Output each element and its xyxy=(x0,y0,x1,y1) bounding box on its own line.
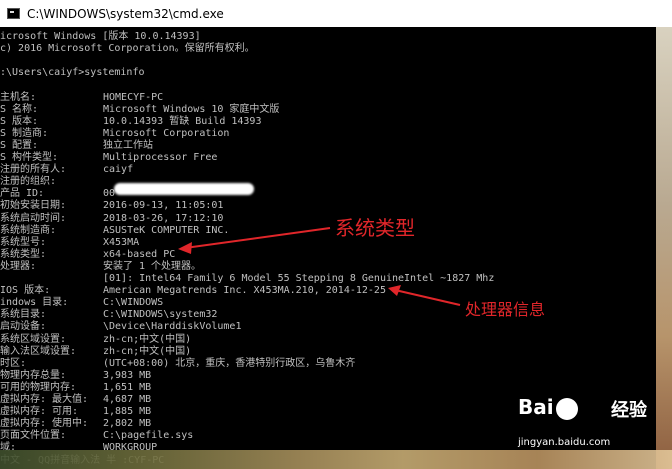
systeminfo-value: 10.0.14393 暂缺 Build 14393 xyxy=(103,115,262,127)
systeminfo-label: 处理器: xyxy=(0,260,37,272)
systeminfo-value: Multiprocessor Free xyxy=(103,152,218,163)
window-titlebar[interactable]: C:\WINDOWS\system32\cmd.exe xyxy=(0,0,672,27)
systeminfo-value: ASUSTeK COMPUTER INC. xyxy=(103,224,230,236)
console-text: :\Users\caiyf>systeminfo xyxy=(0,67,145,79)
systeminfo-value: x64-based PC xyxy=(103,248,176,260)
systeminfo-value: 安装了 1 个处理器。 xyxy=(103,260,202,272)
systeminfo-value: caiyf xyxy=(103,164,134,176)
systeminfo-label: 主机名: xyxy=(0,91,37,103)
baidu-jingyan-label: 经验 xyxy=(611,400,647,421)
systeminfo-label: indows 目录: xyxy=(0,297,69,309)
systeminfo-label: 启动设备: xyxy=(0,321,47,333)
systeminfo-label: 系统制造商: xyxy=(0,224,57,236)
systeminfo-value: 2018-03-26, 17:12:10 xyxy=(103,212,224,224)
systeminfo-label: 虚拟内存: 最大值: xyxy=(0,394,89,405)
console-text: icrosoft Windows [版本 10.0.14393] xyxy=(0,31,201,42)
systeminfo-value: Microsoft Windows 10 家庭中文版 xyxy=(103,103,280,115)
systeminfo-value: 4,687 MB xyxy=(103,394,152,405)
systeminfo-value: 2,802 MB xyxy=(103,418,152,430)
window-title: C:\WINDOWS\system32\cmd.exe xyxy=(27,6,224,21)
systeminfo-label: 系统类型: xyxy=(0,248,47,260)
systeminfo-value: \Device\HarddiskVolume1 xyxy=(103,321,242,333)
systeminfo-label: 系统型号: xyxy=(0,236,47,248)
baidu-url: jingyan.baidu.com xyxy=(518,437,611,448)
systeminfo-label: 可用的物理内存: xyxy=(0,381,77,393)
systeminfo-label: 虚拟内存: 使用中: xyxy=(0,418,89,430)
systeminfo-label: 页面文件位置: xyxy=(0,430,67,442)
baidu-logo: Bai xyxy=(518,395,580,420)
systeminfo-label: 注册的所有人: xyxy=(0,164,67,176)
systeminfo-value: C:\WINDOWS xyxy=(103,297,164,309)
systeminfo-label: 系统区域设置: xyxy=(0,333,67,345)
systeminfo-value: 独立工作站 xyxy=(103,139,153,151)
systeminfo-value: 2016-09-13, 11:05:01 xyxy=(103,200,224,212)
systeminfo-label: 虚拟内存: 可用: xyxy=(0,406,79,418)
systeminfo-label: IOS 版本: xyxy=(0,285,51,297)
systeminfo-value: (UTC+08:00) 北京，重庆，香港特别行政区，乌鲁木齐 xyxy=(103,357,356,369)
redaction-mark xyxy=(114,183,254,195)
systeminfo-label: 注册的组织: xyxy=(0,176,57,188)
systeminfo-value: zh-cn;中文(中国) xyxy=(103,333,192,345)
systeminfo-value: HOMECYF-PC xyxy=(103,91,164,103)
baidu-watermark: Bai 经验 jingyan.baidu.com xyxy=(518,395,668,457)
systeminfo-label: 初始安装日期: xyxy=(0,200,67,212)
systeminfo-value: American Megatrends Inc. X453MA.210, 201… xyxy=(103,285,386,297)
systeminfo-label: 输入法区域设置: xyxy=(0,345,77,357)
systeminfo-value: Microsoft Corporation xyxy=(103,127,230,139)
systeminfo-value: 1,885 MB xyxy=(103,406,152,418)
console-text: c) 2016 Microsoft Corporation。保留所有权利。 xyxy=(0,43,255,55)
systeminfo-value: 1,651 MB xyxy=(103,381,152,393)
paw-icon xyxy=(555,397,578,420)
systeminfo-value: C:\pagefile.sys xyxy=(103,430,194,442)
systeminfo-label: S 构件类型: xyxy=(0,152,59,163)
systeminfo-label: 物理内存总量: xyxy=(0,369,67,381)
systeminfo-label: 产品 ID: xyxy=(0,188,45,200)
systeminfo-value: C:\WINDOWS\system32 xyxy=(103,309,218,321)
systeminfo-label: S 制造商: xyxy=(0,127,49,139)
annotation-system-type: 系统类型 xyxy=(335,216,415,240)
annotation-processor-info: 处理器信息 xyxy=(465,300,546,319)
systeminfo-label: S 名称: xyxy=(0,103,39,115)
systeminfo-label: 系统启动时间: xyxy=(0,212,67,224)
systeminfo-value: 3,983 MB xyxy=(103,369,152,381)
systeminfo-value: zh-cn;中文(中国) xyxy=(103,345,192,357)
systeminfo-value: X453MA xyxy=(103,236,140,248)
systeminfo-label: 系统目录: xyxy=(0,309,47,321)
systeminfo-label: S 配置: xyxy=(0,139,39,151)
systeminfo-label: S 版本: xyxy=(0,115,39,127)
systeminfo-label: 时区: xyxy=(0,357,27,369)
cmd-icon xyxy=(7,8,20,19)
systeminfo-value: [01]: Intel64 Family 6 Model 55 Stepping… xyxy=(103,273,495,284)
